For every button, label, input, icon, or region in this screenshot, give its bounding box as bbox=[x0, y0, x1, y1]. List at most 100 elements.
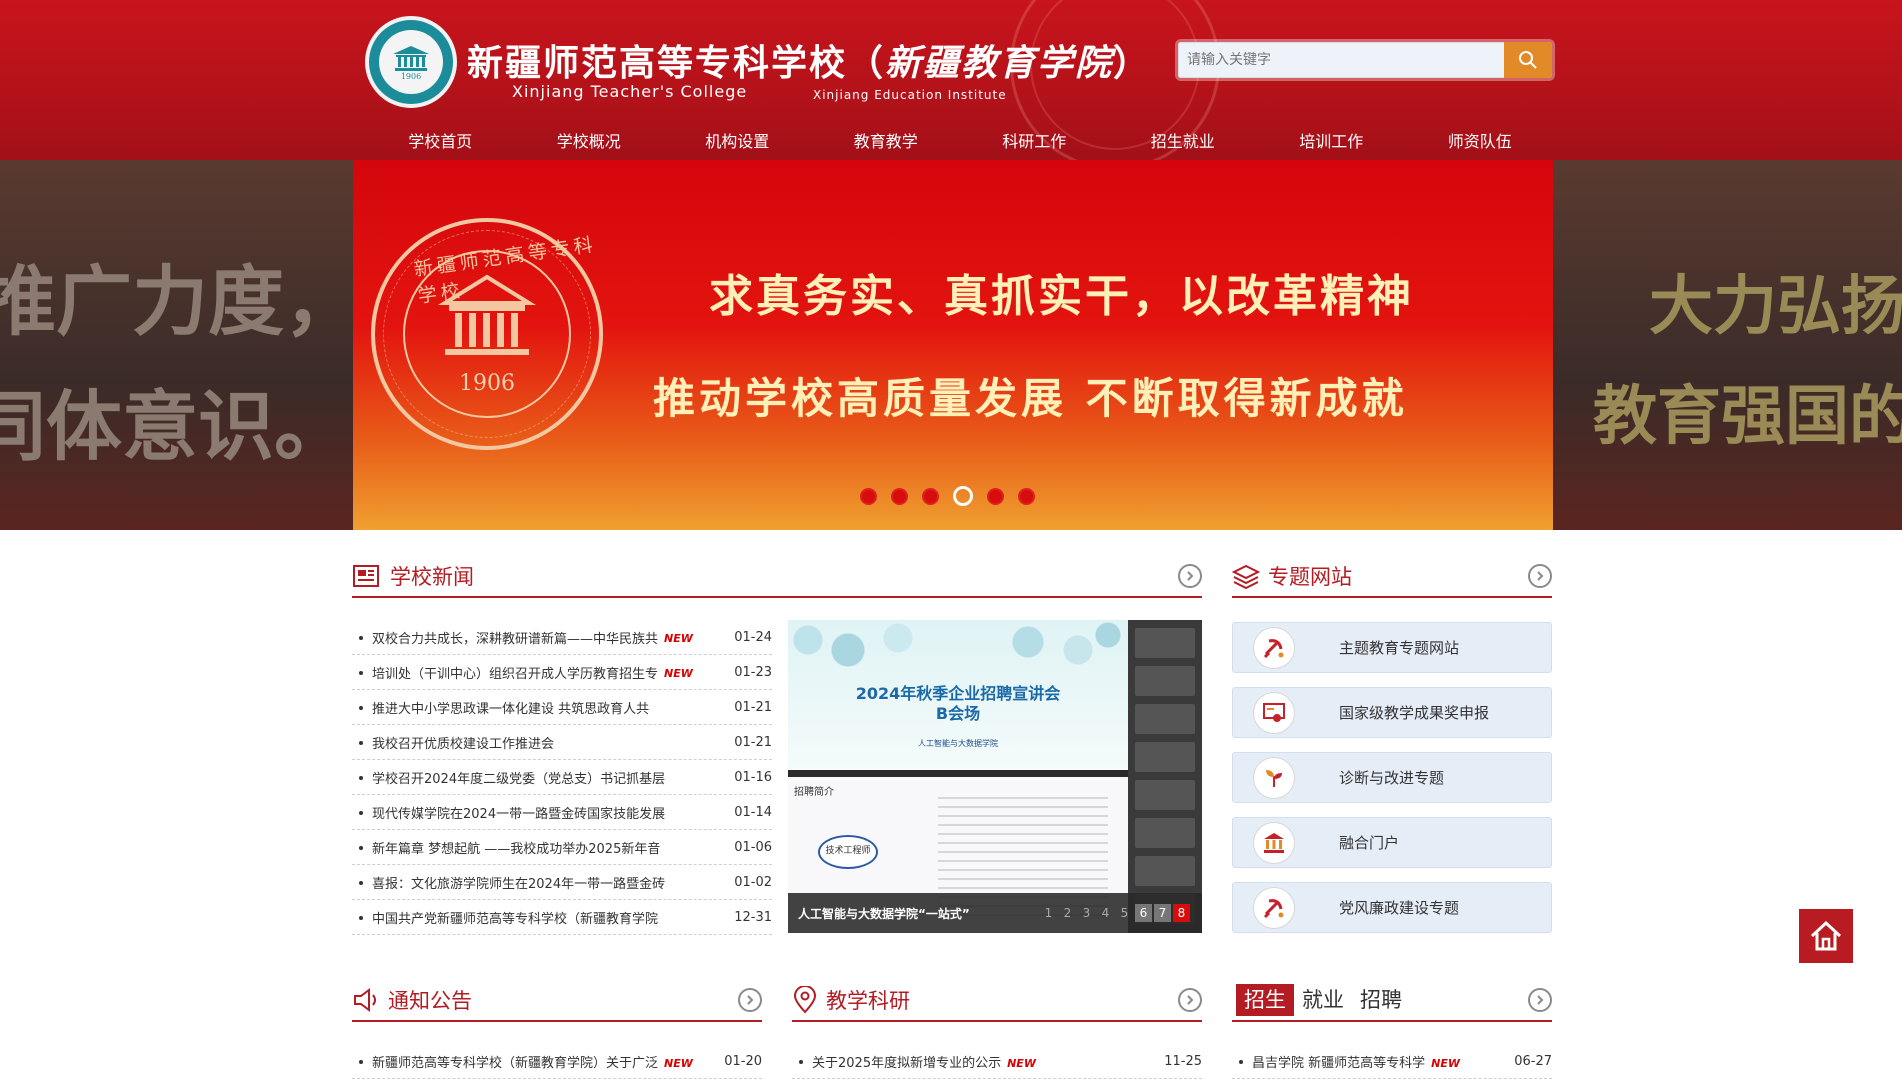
photo-carousel[interactable]: 2024年秋季企业招聘宣讲会 B会场 人工智能与大数据学院 招聘简介 技术工程师… bbox=[788, 620, 1202, 933]
topic-party-integrity[interactable]: 党风廉政建设专题 bbox=[1232, 882, 1552, 933]
news-item-title[interactable]: 现代传媒学院在2024一带一路暨金砖国家技能发展 bbox=[372, 803, 665, 822]
newspaper-icon bbox=[353, 565, 379, 587]
news-item-date: 01-21 bbox=[734, 699, 772, 715]
photo-page-1[interactable]: 1 bbox=[1040, 904, 1057, 922]
nav-home[interactable]: 学校首页 bbox=[366, 128, 515, 154]
banner-dot-3[interactable] bbox=[922, 487, 939, 505]
school-name-cn[interactable]: 新疆师范高等专科学校（新疆教育学院） bbox=[467, 34, 1151, 86]
news-list: 双校合力共成长，深耕教研谱新篇——中华民族共 NEW 01-24 培训处（干训中心）组… bbox=[352, 620, 772, 935]
banner-dot-1[interactable] bbox=[860, 487, 877, 505]
list-item: 新疆师范高等专科学校（新疆教育学院）关于广泛 NEW 01-20 bbox=[352, 1045, 762, 1079]
news-section-title: 学校新闻 bbox=[390, 565, 474, 589]
admissions-tabs: 招生 就业 招聘 bbox=[1236, 984, 1410, 1016]
banner-pagination bbox=[860, 486, 1035, 506]
banner-dot-4[interactable] bbox=[953, 486, 973, 506]
photo-page-5[interactable]: 5 bbox=[1116, 904, 1133, 922]
notice-more-button[interactable] bbox=[738, 988, 762, 1012]
photo-page-7[interactable]: 7 bbox=[1154, 904, 1171, 922]
news-item-title[interactable]: 培训处（干训中心）组织召开成人学历教育招生专 bbox=[372, 663, 658, 682]
nav-about[interactable]: 学校概况 bbox=[515, 128, 664, 154]
school-logo[interactable]: 1906 bbox=[365, 16, 457, 108]
banner-dot-6[interactable] bbox=[1018, 487, 1035, 505]
new-badge: NEW bbox=[664, 667, 693, 680]
news-item-date: 01-06 bbox=[734, 839, 772, 855]
list-item: 关于2025年度拟新增专业的公示 NEW 11-25 bbox=[792, 1045, 1202, 1079]
admissions-more-button[interactable] bbox=[1528, 988, 1552, 1012]
hero-banner: 推广力度， 同体意识。 新疆师范高等专科学校 1906 求真务实、真抓实干，以改… bbox=[0, 160, 1902, 530]
topics-more-button[interactable] bbox=[1528, 564, 1552, 588]
banner-slide[interactable]: 新疆师范高等专科学校 1906 求真务实、真抓实干，以改革精神 推动学校高质量发… bbox=[353, 160, 1553, 530]
chevron-right-icon bbox=[747, 995, 754, 1005]
nav-faculty[interactable]: 师资队伍 bbox=[1406, 128, 1555, 154]
site-header: 1906 新疆师范高等专科学校（新疆教育学院） Xinjiang Teacher… bbox=[0, 0, 1902, 160]
news-item-title[interactable]: 喜报：文化旅游学院师生在2024年一带一路暨金砖 bbox=[372, 873, 665, 892]
banner-dot-2[interactable] bbox=[891, 487, 908, 505]
nav-organization[interactable]: 机构设置 bbox=[663, 128, 812, 154]
news-item-title[interactable]: 我校召开优质校建设工作推进会 bbox=[372, 733, 554, 752]
chevron-right-icon bbox=[1537, 571, 1544, 581]
research-list: 关于2025年度拟新增专业的公示 NEW 11-25 bbox=[792, 1045, 1202, 1079]
school-name-en-secondary: Xinjiang Education Institute bbox=[813, 88, 1007, 102]
search-button[interactable] bbox=[1504, 42, 1552, 78]
main-nav: 学校首页 学校概况 机构设置 教育教学 科研工作 招生就业 培训工作 师资队伍 bbox=[366, 128, 1554, 154]
tab-recruitment[interactable]: 招聘 bbox=[1352, 984, 1410, 1016]
logo-year: 1906 bbox=[400, 71, 422, 81]
prev-slide-preview[interactable]: 推广力度， 同体意识。 bbox=[0, 160, 360, 530]
news-item-date: 01-02 bbox=[734, 874, 772, 890]
tab-admissions[interactable]: 招生 bbox=[1236, 984, 1294, 1016]
news-item-title[interactable]: 学校召开2024年度二级党委（党总支）书记抓基层 bbox=[372, 768, 665, 787]
institution-building-icon bbox=[1253, 821, 1295, 864]
news-more-button[interactable] bbox=[1178, 564, 1202, 588]
banner-headline-2: 推动学校高质量发展 不断取得新成就 bbox=[653, 374, 1408, 423]
news-item-title[interactable]: 新年篇章 梦想起航 ——我校成功举办2025新年音 bbox=[372, 838, 660, 857]
research-section-header: 教学科研 bbox=[792, 980, 1202, 1022]
photo-page-8[interactable]: 8 bbox=[1173, 904, 1190, 922]
admissions-list: 昌吉学院 新疆师范高等专科学 NEW 06-27 bbox=[1232, 1045, 1552, 1079]
banner-headline-1: 求真务实、真抓实干，以改革精神 bbox=[709, 271, 1414, 322]
news-item-title[interactable]: 双校合力共成长，深耕教研谱新篇——中华民族共 bbox=[372, 628, 658, 647]
award-certificate-icon bbox=[1253, 691, 1295, 734]
news-item: 中国共产党新疆师范高等专科学校（新疆教育学院 12-31 bbox=[352, 900, 772, 935]
tab-employment[interactable]: 就业 bbox=[1294, 984, 1352, 1016]
slide-tag: 招聘简介 bbox=[794, 787, 834, 798]
topic-theme-education[interactable]: 主题教育专题网站 bbox=[1232, 622, 1552, 673]
news-item: 双校合力共成长，深耕教研谱新篇——中华民族共 NEW 01-24 bbox=[352, 620, 772, 655]
photo-page-6[interactable]: 6 bbox=[1135, 904, 1152, 922]
photo-page-4[interactable]: 4 bbox=[1097, 904, 1114, 922]
banner-dot-5[interactable] bbox=[987, 487, 1004, 505]
topic-integrated-portal[interactable]: 融合门户 bbox=[1232, 817, 1552, 868]
news-item-date: 12-31 bbox=[734, 909, 772, 925]
search-input[interactable] bbox=[1178, 42, 1504, 78]
news-item-title[interactable]: 中国共产党新疆师范高等专科学校（新疆教育学院 bbox=[372, 908, 658, 927]
nav-research[interactable]: 科研工作 bbox=[960, 128, 1109, 154]
back-home-button[interactable] bbox=[1799, 909, 1853, 963]
plant-growth-icon bbox=[1253, 756, 1295, 799]
photo-subheadline: B会场 bbox=[935, 704, 981, 723]
research-more-button[interactable] bbox=[1178, 988, 1202, 1012]
school-name-en: Xinjiang Teacher's College bbox=[512, 82, 748, 101]
topic-sites: 主题教育专题网站 国家级教学成果奖申报 诊断与改进专题 融合门户 党风廉政建设专… bbox=[1232, 622, 1552, 947]
party-emblem-icon bbox=[1253, 886, 1295, 929]
news-item-title[interactable]: 推进大中小学思政课一体化建设 共筑思政育人共 bbox=[372, 698, 649, 717]
photo-org: 人工智能与大数据学院 bbox=[918, 739, 998, 748]
topic-diagnosis-improvement[interactable]: 诊断与改进专题 bbox=[1232, 752, 1552, 803]
list-item: 昌吉学院 新疆师范高等专科学 NEW 06-27 bbox=[1232, 1045, 1552, 1079]
news-item-date: 01-23 bbox=[734, 664, 772, 680]
news-item-date: 01-21 bbox=[734, 734, 772, 750]
topics-section-title: 专题网站 bbox=[1268, 565, 1352, 589]
photo-caption-bar: 人工智能与大数据学院“一站式” 1 2 3 4 5 6 7 8 bbox=[788, 893, 1202, 933]
search-box bbox=[1178, 42, 1552, 78]
photo-page-3[interactable]: 3 bbox=[1078, 904, 1095, 922]
news-item: 现代传媒学院在2024一带一路暨金砖国家技能发展 01-14 bbox=[352, 795, 772, 830]
topic-teaching-award[interactable]: 国家级教学成果奖申报 bbox=[1232, 687, 1552, 738]
new-badge: NEW bbox=[664, 632, 693, 645]
photo-page-2[interactable]: 2 bbox=[1059, 904, 1076, 922]
chevron-right-icon bbox=[1537, 995, 1544, 1005]
nav-training[interactable]: 培训工作 bbox=[1257, 128, 1406, 154]
news-item: 推进大中小学思政课一体化建设 共筑思政育人共 01-21 bbox=[352, 690, 772, 725]
chevron-right-icon bbox=[1187, 571, 1194, 581]
photo-caption[interactable]: 人工智能与大数据学院“一站式” bbox=[798, 905, 1038, 922]
next-slide-preview[interactable]: 大力弘扬 教育强国的 bbox=[1553, 160, 1902, 530]
nav-teaching[interactable]: 教育教学 bbox=[812, 128, 961, 154]
nav-admissions[interactable]: 招生就业 bbox=[1109, 128, 1258, 154]
